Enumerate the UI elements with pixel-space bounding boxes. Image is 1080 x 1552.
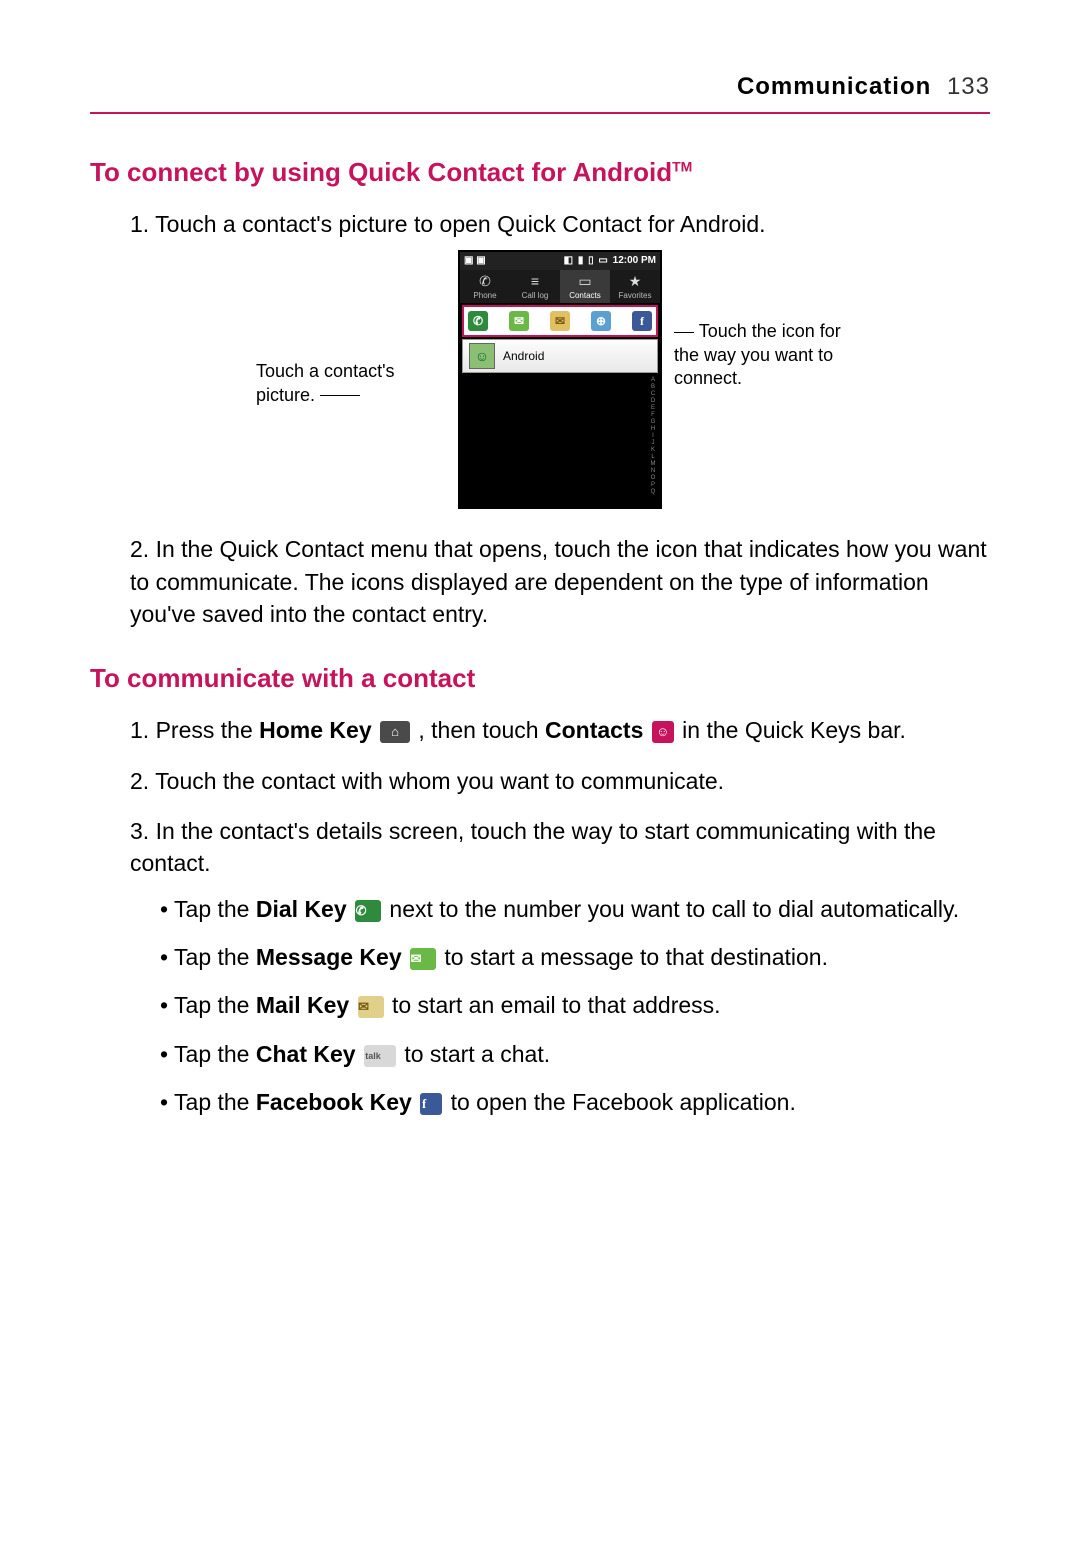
star-icon: ★ [610,274,660,288]
contacts-icon: ☺ [652,721,674,743]
contact-name: Android [503,348,544,365]
contact-avatar: ☺ [469,343,495,369]
contact-list-area: ABCDEFGHIJKLMNOPQ [462,375,658,505]
page-number: 133 [947,73,990,100]
bullet-mail: Tap the Mail Key ✉ to start an email to … [160,989,990,1021]
bullet-facebook: Tap the Facebook Key f to open the Faceb… [160,1086,990,1118]
signal-icon: ◧ [564,255,573,266]
section-title: Communication [737,73,931,100]
quick-contact-bar: ✆ ✉ ✉ ⊕ f [462,305,658,337]
tab-phone: ✆Phone [460,270,510,303]
phone-icon: ✆ [460,274,510,288]
facebook-key-icon: f [420,1093,442,1115]
heading-communicate: To communicate with a contact [90,660,990,696]
card-icon: ▭ [560,274,610,288]
callout-right: Touch the icon for the way you want to c… [674,320,864,390]
status-bar: ▣ ▣ ◧ ▮ ▯ ▭ 12:00 PM [460,252,660,270]
heading-quick-contact: To connect by using Quick Contact for An… [90,154,990,190]
s1-step2: 2. In the Quick Contact menu that opens,… [130,533,990,630]
s2-step1: 1. Press the Home Key ⌂ , then touch Con… [130,714,990,746]
wifi-icon: ▯ [588,255,594,266]
status-right: ◧ ▮ ▯ ▭ 12:00 PM [562,254,656,268]
trademark: TM [672,158,692,174]
message-key-icon: ✉ [410,948,436,970]
s2-step3: 3. In the contact's details screen, touc… [130,815,990,1118]
mail-key-icon: ✉ [358,996,384,1018]
qc-facebook-icon: f [632,311,652,331]
home-key-icon: ⌂ [380,721,410,743]
chat-key-icon: talk [364,1045,396,1067]
tab-favorites: ★Favorites [610,270,660,303]
alpha-index: ABCDEFGHIJKLMNOPQ [648,375,658,505]
tab-bar: ✆Phone ≡Call log ▭Contacts ★Favorites [460,270,660,303]
qc-message-icon: ✉ [509,311,529,331]
tab-calllog: ≡Call log [510,270,560,303]
callout-left: Touch a contact's picture. [256,360,446,407]
list-icon: ≡ [510,274,560,288]
qc-mail-icon: ✉ [550,311,570,331]
quick-contact-figure: Touch a contact's picture. ▣ ▣ ◧ ▮ ▯ ▭ 1… [130,250,990,509]
status-left-icons: ▣ ▣ [464,254,486,268]
qc-web-icon: ⊕ [591,311,611,331]
bullet-message: Tap the Message Key ✉ to start a message… [160,941,990,973]
s1-step1: 1. Touch a contact's picture to open Qui… [130,208,990,509]
bullet-chat: Tap the Chat Key talk to start a chat. [160,1038,990,1070]
battery-icon: ▭ [598,255,607,266]
tab-contacts: ▭Contacts [560,270,610,303]
page-header: Communication 133 [90,70,990,114]
contact-row: ☺ Android [462,339,658,373]
dial-key-icon: ✆ [355,900,381,922]
qc-call-icon: ✆ [468,311,488,331]
home-key-label: Home Key [259,717,371,743]
bullet-dial: Tap the Dial Key ✆ next to the number yo… [160,893,990,925]
s2-step2: 2. Touch the contact with whom you want … [130,765,990,797]
network-icon: ▮ [578,255,584,266]
contacts-label: Contacts [545,717,643,743]
clock: 12:00 PM [613,255,656,266]
phone-screenshot: ▣ ▣ ◧ ▮ ▯ ▭ 12:00 PM ✆Phone ≡Call log ▭C… [458,250,662,509]
